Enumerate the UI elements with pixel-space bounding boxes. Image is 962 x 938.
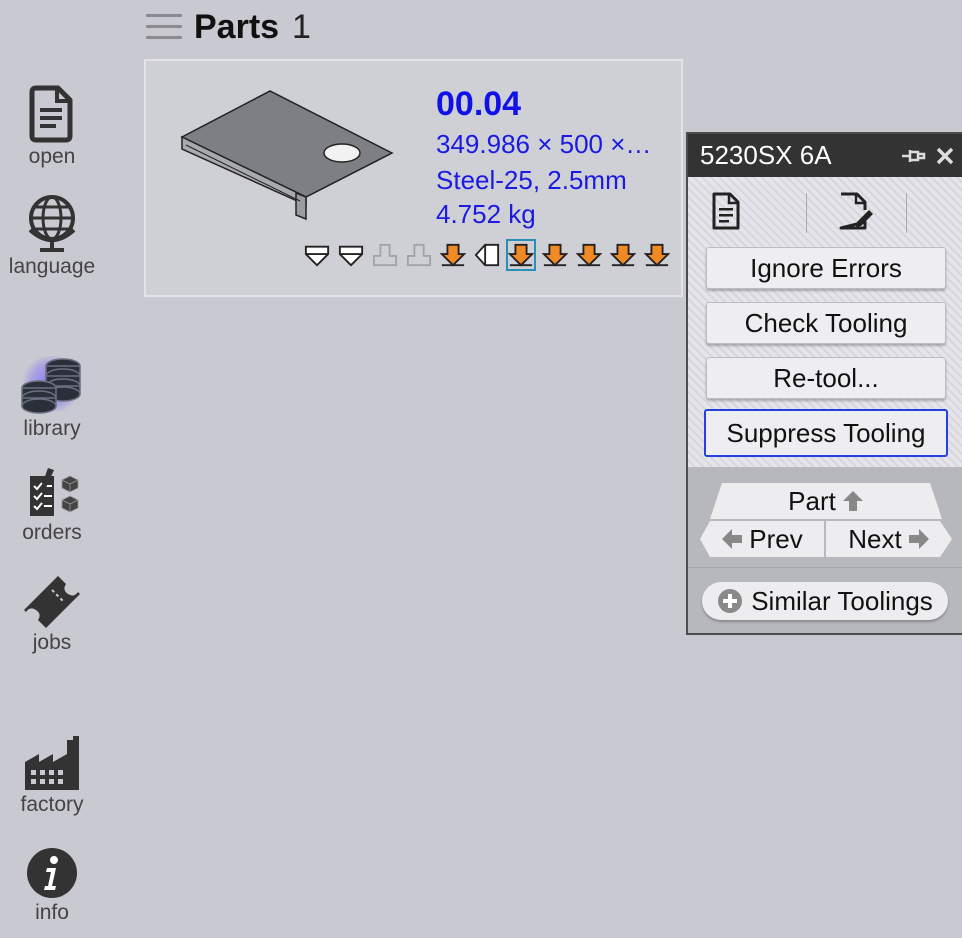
part-weight: 4.752 kg: [436, 199, 536, 229]
ticket-icon: [24, 576, 80, 628]
sidebar-item-label: language: [8, 255, 96, 278]
sidebar-item-factory[interactable]: factory: [0, 736, 104, 817]
part-card[interactable]: 00.04 349.986 × 500 ×… Steel-25, 2.5mm 4…: [144, 59, 683, 297]
part-material: Steel-25, 2.5mm: [436, 165, 627, 195]
sidebar-item-label: open: [28, 145, 76, 168]
check-tooling-button[interactable]: Check Tooling: [706, 302, 946, 344]
similar-section: Similar Toolings: [688, 567, 962, 633]
similar-toolings-label: Similar Toolings: [751, 585, 933, 616]
document-button[interactable]: [704, 189, 748, 233]
bend-sequence: [302, 239, 672, 271]
document-icon: [712, 192, 740, 230]
sidebar-item-orders[interactable]: orders: [0, 466, 104, 545]
sidebar-item-label: orders: [22, 521, 82, 544]
sidebar-item-language[interactable]: language: [0, 192, 104, 279]
bend-left-icon[interactable]: [472, 239, 502, 271]
page-title: Parts: [194, 8, 280, 46]
arrow-right-icon: [908, 529, 929, 549]
document-icon: [29, 85, 73, 143]
bend-down-icon[interactable]: [574, 239, 604, 271]
bend-up-icon[interactable]: [336, 239, 366, 271]
next-button[interactable]: Next: [826, 521, 952, 557]
part-id[interactable]: 00.04: [436, 85, 521, 124]
edit-document-icon: [839, 192, 873, 230]
checklist-icon: [30, 468, 79, 516]
part-navigation: Part Prev Next: [688, 467, 962, 567]
toolbar-divider: [906, 193, 907, 233]
tooling-panel: 5230SX 6A Ignore Errors Check Tooling Re…: [686, 132, 962, 635]
arrow-up-icon: [842, 491, 863, 511]
edit-document-button[interactable]: [834, 189, 878, 233]
similar-toolings-button[interactable]: Similar Toolings: [702, 582, 948, 620]
bend-down-icon[interactable]: [438, 239, 468, 271]
part-dimensions: 349.986 × 500 ×…: [436, 129, 652, 159]
globe-icon: [28, 195, 76, 252]
suppress-tooling-button[interactable]: Suppress Tooling: [704, 409, 948, 457]
part-label: Part: [788, 485, 836, 516]
menu-icon[interactable]: [146, 14, 182, 42]
bend-down-icon[interactable]: [608, 239, 638, 271]
close-icon[interactable]: [936, 147, 954, 165]
sidebar-item-label: info: [35, 901, 69, 924]
prev-button[interactable]: Prev: [700, 521, 824, 557]
sidebar-item-library[interactable]: library: [0, 352, 104, 441]
info-icon: [27, 848, 77, 898]
sidebar-item-jobs[interactable]: jobs: [0, 574, 104, 655]
bend-down-icon[interactable]: [540, 239, 570, 271]
bend-disabled-icon: [370, 239, 400, 271]
ignore-errors-button[interactable]: Ignore Errors: [706, 247, 946, 289]
pin-icon[interactable]: [902, 148, 926, 164]
panel-body: Ignore Errors Check Tooling Re-tool... S…: [688, 177, 962, 467]
factory-icon: [25, 736, 79, 790]
sidebar-item-info[interactable]: info: [0, 846, 104, 925]
part-up-button[interactable]: Part: [710, 483, 942, 519]
toolbar-divider: [806, 193, 807, 233]
sidebar-item-label: factory: [20, 793, 84, 816]
plus-circle-icon: [718, 589, 743, 613]
prev-label: Prev: [749, 523, 803, 554]
part-thumbnail: [180, 90, 394, 221]
bend-down-icon[interactable]: [642, 239, 672, 271]
retool-button[interactable]: Re-tool...: [706, 357, 946, 399]
panel-title: 5230SX 6A: [700, 140, 832, 170]
sidebar-item-label: library: [23, 417, 81, 440]
panel-header: 5230SX 6A: [688, 134, 962, 177]
arrow-left-icon: [722, 529, 743, 549]
bend-up-icon[interactable]: [302, 239, 332, 271]
coins-stack-icon: [21, 358, 81, 414]
sidebar-item-label: jobs: [32, 631, 72, 654]
next-label: Next: [848, 523, 902, 554]
bend-disabled-icon: [404, 239, 434, 271]
sidebar-item-open[interactable]: open: [0, 84, 104, 169]
part-count: 1: [292, 8, 311, 46]
bend-down-selected-icon[interactable]: [506, 239, 536, 271]
